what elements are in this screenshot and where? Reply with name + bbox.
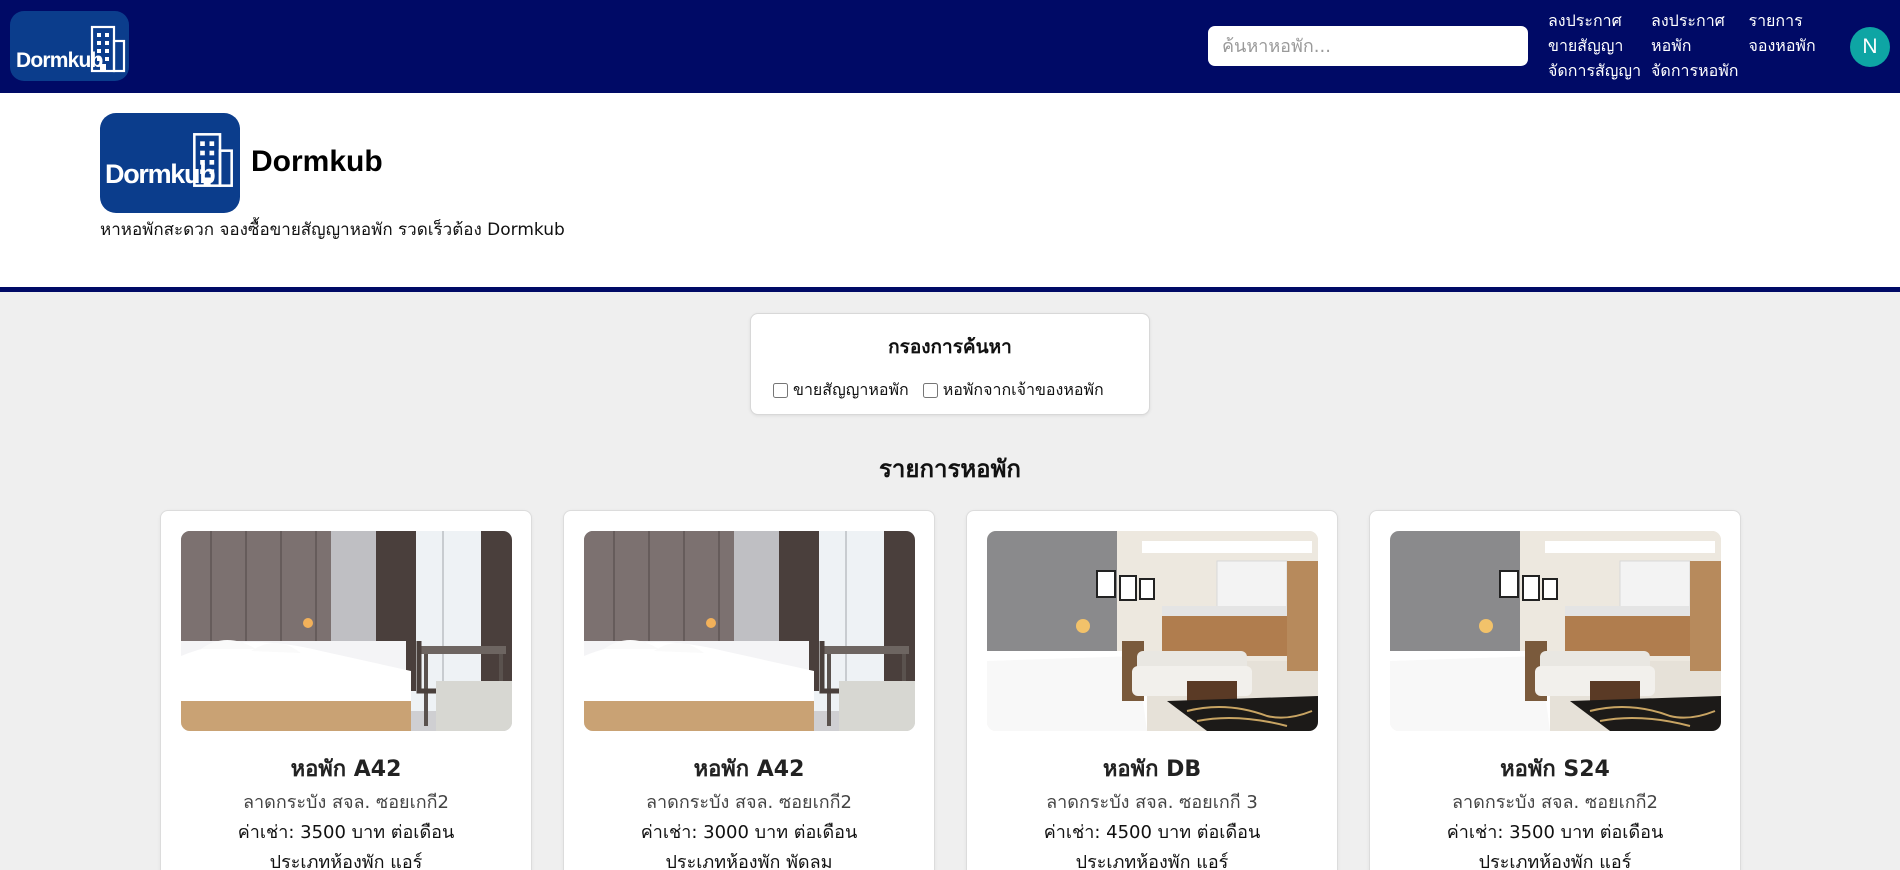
dorm-price: ค่าเช่า: 3000 บาท ต่อเดือน bbox=[640, 822, 858, 843]
nav-link-bookings[interactable]: รายการ จองหอพัก bbox=[1748, 8, 1815, 83]
nav-link-dorm-line1[interactable]: ลงประกาศ bbox=[1651, 8, 1738, 33]
bedroom-window-photo[interactable] bbox=[181, 531, 512, 731]
building-icon bbox=[90, 25, 126, 73]
dorm-card[interactable]: หอพัก A42 ลาดกระบัง สจล. ซอยเกกี2 ค่าเช่… bbox=[160, 510, 532, 870]
dorm-address: ลาดกระบัง สจล. ซอยเกกี2 bbox=[646, 792, 852, 813]
nav-link-contract-line2[interactable]: ขายสัญญา bbox=[1548, 33, 1641, 58]
dorm-address: ลาดกระบัง สจล. ซอยเกกี2 bbox=[243, 792, 449, 813]
dorm-price: ค่าเช่า: 4500 บาท ต่อเดือน bbox=[1043, 822, 1261, 843]
filter-title: กรองการค้นหา bbox=[888, 336, 1012, 358]
owner-dorm-label: หอพักจากเจ้าของหอพัก bbox=[942, 380, 1104, 399]
nav-links: ลงประกาศ ขายสัญญา จัดการสัญญา ลงประกาศ ห… bbox=[1548, 8, 1816, 83]
dorm-name[interactable]: หอพัก DB bbox=[967, 751, 1337, 786]
sell-contract-checkbox[interactable] bbox=[773, 383, 788, 398]
filter-option-sell-contract[interactable]: ขายสัญญาหอพัก bbox=[773, 378, 909, 403]
user-avatar[interactable]: N bbox=[1850, 27, 1890, 67]
dorm-room-type: ประเภทห้องพัก พัดลม bbox=[665, 852, 833, 870]
bedroom-window-photo[interactable] bbox=[584, 531, 915, 731]
listing-title: รายการหอพัก bbox=[879, 455, 1021, 483]
dorm-card[interactable]: หอพัก DB ลาดกระบัง สจล. ซอยเกกี 3 ค่าเช่… bbox=[966, 510, 1338, 870]
hero-divider bbox=[0, 287, 1900, 292]
hero-section: Dormkub Dormkub หาหอพักสะดวก จองซื้อขายส… bbox=[0, 93, 1900, 289]
nav-link-dorm[interactable]: ลงประกาศ หอพัก จัดการหอพัก bbox=[1651, 8, 1738, 83]
dorm-price: ค่าเช่า: 3500 บาท ต่อเดือน bbox=[1446, 822, 1664, 843]
nav-link-manage-contract[interactable]: จัดการสัญญา bbox=[1548, 58, 1641, 83]
hero-logo: Dormkub bbox=[100, 113, 240, 213]
dorm-price: ค่าเช่า: 3500 บาท ต่อเดือน bbox=[237, 822, 455, 843]
dorm-room-type: ประเภทห้องพัก แอร์ bbox=[1478, 852, 1632, 870]
dorm-card[interactable]: หอพัก S24 ลาดกระบัง สจล. ซอยเกกี2 ค่าเช่… bbox=[1369, 510, 1741, 870]
building-icon bbox=[192, 131, 234, 189]
hero-subtitle: หาหอพักสะดวก จองซื้อขายสัญญาหอพัก รวดเร็… bbox=[100, 220, 565, 240]
nav-link-dorm-line2[interactable]: หอพัก bbox=[1651, 33, 1738, 58]
studio-sofa-kitchen-photo[interactable] bbox=[1390, 531, 1721, 731]
dorm-card-list: หอพัก A42 ลาดกระบัง สจล. ซอยเกกี2 ค่าเช่… bbox=[160, 510, 1741, 870]
search-input[interactable] bbox=[1208, 26, 1528, 66]
nav-link-bookings-line2[interactable]: จองหอพัก bbox=[1748, 33, 1815, 58]
nav-link-manage-dorm[interactable]: จัดการหอพัก bbox=[1651, 58, 1738, 83]
nav-link-contract-line1[interactable]: ลงประกาศ bbox=[1548, 8, 1641, 33]
dorm-name[interactable]: หอพัก A42 bbox=[161, 751, 531, 786]
dorm-room-type: ประเภทห้องพัก แอร์ bbox=[269, 852, 423, 870]
nav-link-contract[interactable]: ลงประกาศ ขายสัญญา จัดการสัญญา bbox=[1548, 8, 1641, 83]
dorm-room-type: ประเภทห้องพัก แอร์ bbox=[1075, 852, 1229, 870]
search-filter-panel: กรองการค้นหา ขายสัญญาหอพัก หอพักจากเจ้าข… bbox=[750, 313, 1150, 415]
dorm-card[interactable]: หอพัก A42 ลาดกระบัง สจล. ซอยเกกี2 ค่าเช่… bbox=[563, 510, 935, 870]
filter-option-owner-dorm[interactable]: หอพักจากเจ้าของหอพัก bbox=[922, 378, 1104, 403]
studio-sofa-kitchen-photo[interactable] bbox=[987, 531, 1318, 731]
top-navbar: Dormkub ลงประกาศ ขายสัญญา จัดการสัญญา ลง… bbox=[0, 0, 1900, 93]
dorm-address: ลาดกระบัง สจล. ซอยเกกี2 bbox=[1452, 792, 1658, 813]
hero-title: Dormkub bbox=[251, 145, 383, 178]
dorm-address: ลาดกระบัง สจล. ซอยเกกี 3 bbox=[1046, 792, 1258, 813]
filter-options: ขายสัญญาหอพัก หอพักจากเจ้าของหอพัก bbox=[773, 378, 1104, 403]
nav-link-bookings-line1[interactable]: รายการ bbox=[1748, 8, 1815, 33]
navbar-logo[interactable]: Dormkub bbox=[10, 11, 129, 81]
dorm-name[interactable]: หอพัก A42 bbox=[564, 751, 934, 786]
sell-contract-label: ขายสัญญาหอพัก bbox=[793, 380, 909, 399]
owner-dorm-checkbox[interactable] bbox=[922, 383, 938, 398]
dorm-name[interactable]: หอพัก S24 bbox=[1370, 751, 1740, 786]
